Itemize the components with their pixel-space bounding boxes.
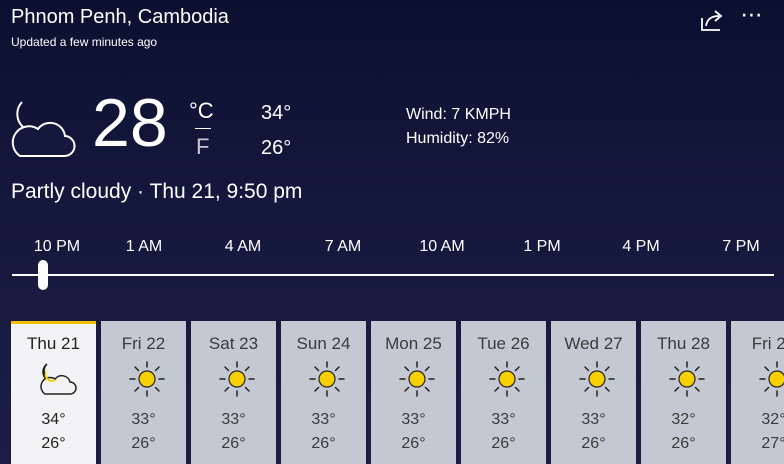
sun-icon xyxy=(579,361,615,397)
day-card[interactable]: Tue 26 33° 26° xyxy=(461,321,546,464)
day-name: Thu 21 xyxy=(27,334,80,353)
sun-icon xyxy=(759,361,784,397)
day-card[interactable]: Thu 21 34° 26° xyxy=(11,321,96,464)
day-low: 26° xyxy=(671,435,696,452)
day-low: 26° xyxy=(401,435,426,452)
celsius-toggle[interactable]: °C xyxy=(189,98,214,124)
day-name: Mon 25 xyxy=(385,334,442,353)
daily-forecast-strip: Thu 21 34° 26° Fri 22 33° 26° Sat 23 33°… xyxy=(11,321,784,464)
hour-label[interactable]: 10 PM xyxy=(34,238,80,256)
day-card[interactable]: Wed 27 33° 26° xyxy=(551,321,636,464)
hour-slider-thumb[interactable] xyxy=(38,260,48,290)
wind-text: Wind: 7 KMPH xyxy=(406,106,511,123)
day-low: 26° xyxy=(311,435,336,452)
day-card[interactable]: Sun 24 33° 26° xyxy=(281,321,366,464)
day-low: 26° xyxy=(131,435,156,452)
day-name: Tue 26 xyxy=(477,334,530,353)
today-high: 34° xyxy=(261,102,292,124)
location-title: Phnom Penh, Cambodia xyxy=(11,6,229,28)
hour-slider-track[interactable] xyxy=(12,274,774,276)
day-name: Wed 27 xyxy=(564,334,623,353)
day-low: 26° xyxy=(581,435,606,452)
sun-icon xyxy=(489,361,525,397)
hour-label[interactable]: 4 AM xyxy=(225,238,261,256)
unit-divider xyxy=(195,128,211,129)
day-high: 33° xyxy=(401,411,426,428)
share-button[interactable] xyxy=(698,6,726,34)
day-card[interactable]: Fri 22 33° 26° xyxy=(101,321,186,464)
sun-icon xyxy=(219,361,255,397)
day-high: 33° xyxy=(221,411,246,428)
hour-label[interactable]: 1 AM xyxy=(126,238,162,256)
day-low: 27° xyxy=(761,435,784,452)
condition-summary: Partly cloudy · Thu 21, 9:50 pm xyxy=(11,180,303,203)
updated-text: Updated a few minutes ago xyxy=(11,35,158,49)
day-high: 33° xyxy=(311,411,336,428)
hour-label[interactable]: 10 AM xyxy=(419,238,464,256)
day-card[interactable]: Thu 28 32° 26° xyxy=(641,321,726,464)
day-high: 33° xyxy=(131,411,156,428)
day-name: Sat 23 xyxy=(208,334,259,353)
sun-icon xyxy=(309,361,345,397)
day-high: 32° xyxy=(761,411,784,428)
day-low: 26° xyxy=(41,435,66,452)
hour-label[interactable]: 7 AM xyxy=(325,238,361,256)
partly-cloudy-night-icon xyxy=(8,96,76,162)
day-name: Thu 28 xyxy=(657,334,710,353)
current-temperature: 28 xyxy=(92,85,168,161)
day-high: 32° xyxy=(671,411,696,428)
sun-icon xyxy=(399,361,435,397)
day-card[interactable]: Fri 29 32° 27° xyxy=(731,321,784,464)
humidity-text: Humidity: 82% xyxy=(406,130,510,147)
sun-icon xyxy=(669,361,705,397)
sun-icon xyxy=(129,361,165,397)
day-name: Fri 22 xyxy=(121,334,166,353)
day-name: Fri 29 xyxy=(751,334,784,353)
day-high: 33° xyxy=(581,411,606,428)
partly-cloudy-night-icon xyxy=(40,363,77,395)
share-icon xyxy=(701,10,723,31)
today-low: 26° xyxy=(261,137,292,159)
day-low: 26° xyxy=(221,435,246,452)
day-high: 33° xyxy=(491,411,516,428)
day-high: 34° xyxy=(41,411,66,428)
day-name: Sun 24 xyxy=(296,334,351,353)
hour-label[interactable]: 7 PM xyxy=(722,238,759,256)
day-low: 26° xyxy=(491,435,516,452)
day-card[interactable]: Sat 23 33° 26° xyxy=(191,321,276,464)
hour-label[interactable]: 4 PM xyxy=(622,238,659,256)
hour-label[interactable]: 1 PM xyxy=(523,238,560,256)
more-options-button[interactable]: ⋯ xyxy=(738,4,766,30)
day-card[interactable]: Mon 25 33° 26° xyxy=(371,321,456,464)
fahrenheit-toggle[interactable]: F xyxy=(196,134,209,160)
